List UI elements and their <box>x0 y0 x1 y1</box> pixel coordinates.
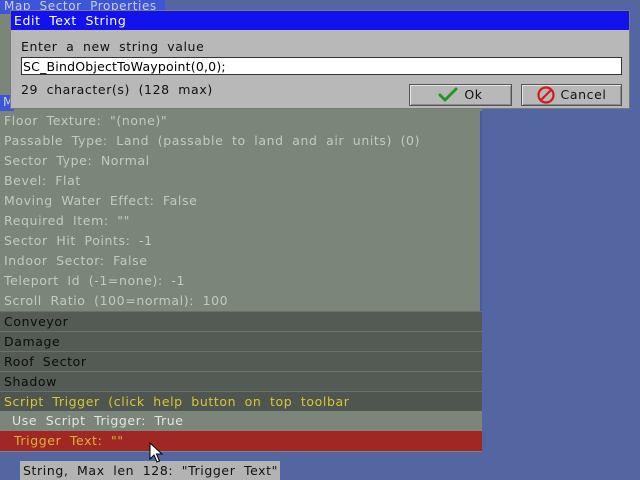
cancel-button[interactable]: Cancel <box>521 84 622 106</box>
dialog-title-word: String <box>85 13 127 28</box>
property-use-script-trigger[interactable]: Use Script Trigger: True <box>0 411 482 431</box>
category-roof-sector[interactable]: Roof Sector <box>0 351 482 371</box>
property-sector-type[interactable]: Sector Type: Normal <box>0 151 482 171</box>
dialog-title-word: Edit <box>14 13 41 28</box>
dialog-title-bar: Edit Text String <box>11 11 629 30</box>
cancel-button-label: Cancel <box>560 87 607 102</box>
category-damage[interactable]: Damage <box>0 331 482 351</box>
property-floor-texture[interactable]: Floor Texture: "(none)" <box>0 111 482 131</box>
no-entry-icon <box>536 86 555 104</box>
checkmark-icon <box>438 87 458 103</box>
mouse-cursor-icon <box>149 441 164 467</box>
property-sector-hit-points[interactable]: Sector Hit Points: -1 <box>0 231 482 251</box>
category-shadow[interactable]: Shadow <box>0 371 482 391</box>
dialog-title-word: Text <box>49 13 77 28</box>
ok-button[interactable]: Ok <box>409 84 512 106</box>
edit-text-string-dialog: Edit Text String Enter a new string valu… <box>10 10 630 109</box>
property-trigger-text-selected[interactable]: Trigger Text: "" <box>0 431 482 451</box>
property-required-item[interactable]: Required Item: "" <box>0 211 482 231</box>
ok-button-label: Ok <box>464 87 483 102</box>
dialog-prompt: Enter a new string value <box>21 39 205 54</box>
character-count: 29 character(s) (128 max) <box>21 82 213 97</box>
property-list: Floor Texture: "(none)" Passable Type: L… <box>0 111 482 451</box>
category-conveyor[interactable]: Conveyor <box>0 311 482 331</box>
property-indoor-sector[interactable]: Indoor Sector: False <box>0 251 482 271</box>
property-moving-water[interactable]: Moving Water Effect: False <box>0 191 482 211</box>
property-scroll-ratio[interactable]: Scroll Ratio (100=normal): 100 <box>0 291 482 311</box>
string-value-input[interactable] <box>21 57 622 75</box>
property-passable-type[interactable]: Passable Type: Land (passable to land an… <box>0 131 482 151</box>
property-teleport-id[interactable]: Teleport Id (-1=none): -1 <box>0 271 482 291</box>
property-bevel[interactable]: Bevel: Flat <box>0 171 482 191</box>
category-script-trigger[interactable]: Script Trigger (click help button on top… <box>0 391 482 411</box>
